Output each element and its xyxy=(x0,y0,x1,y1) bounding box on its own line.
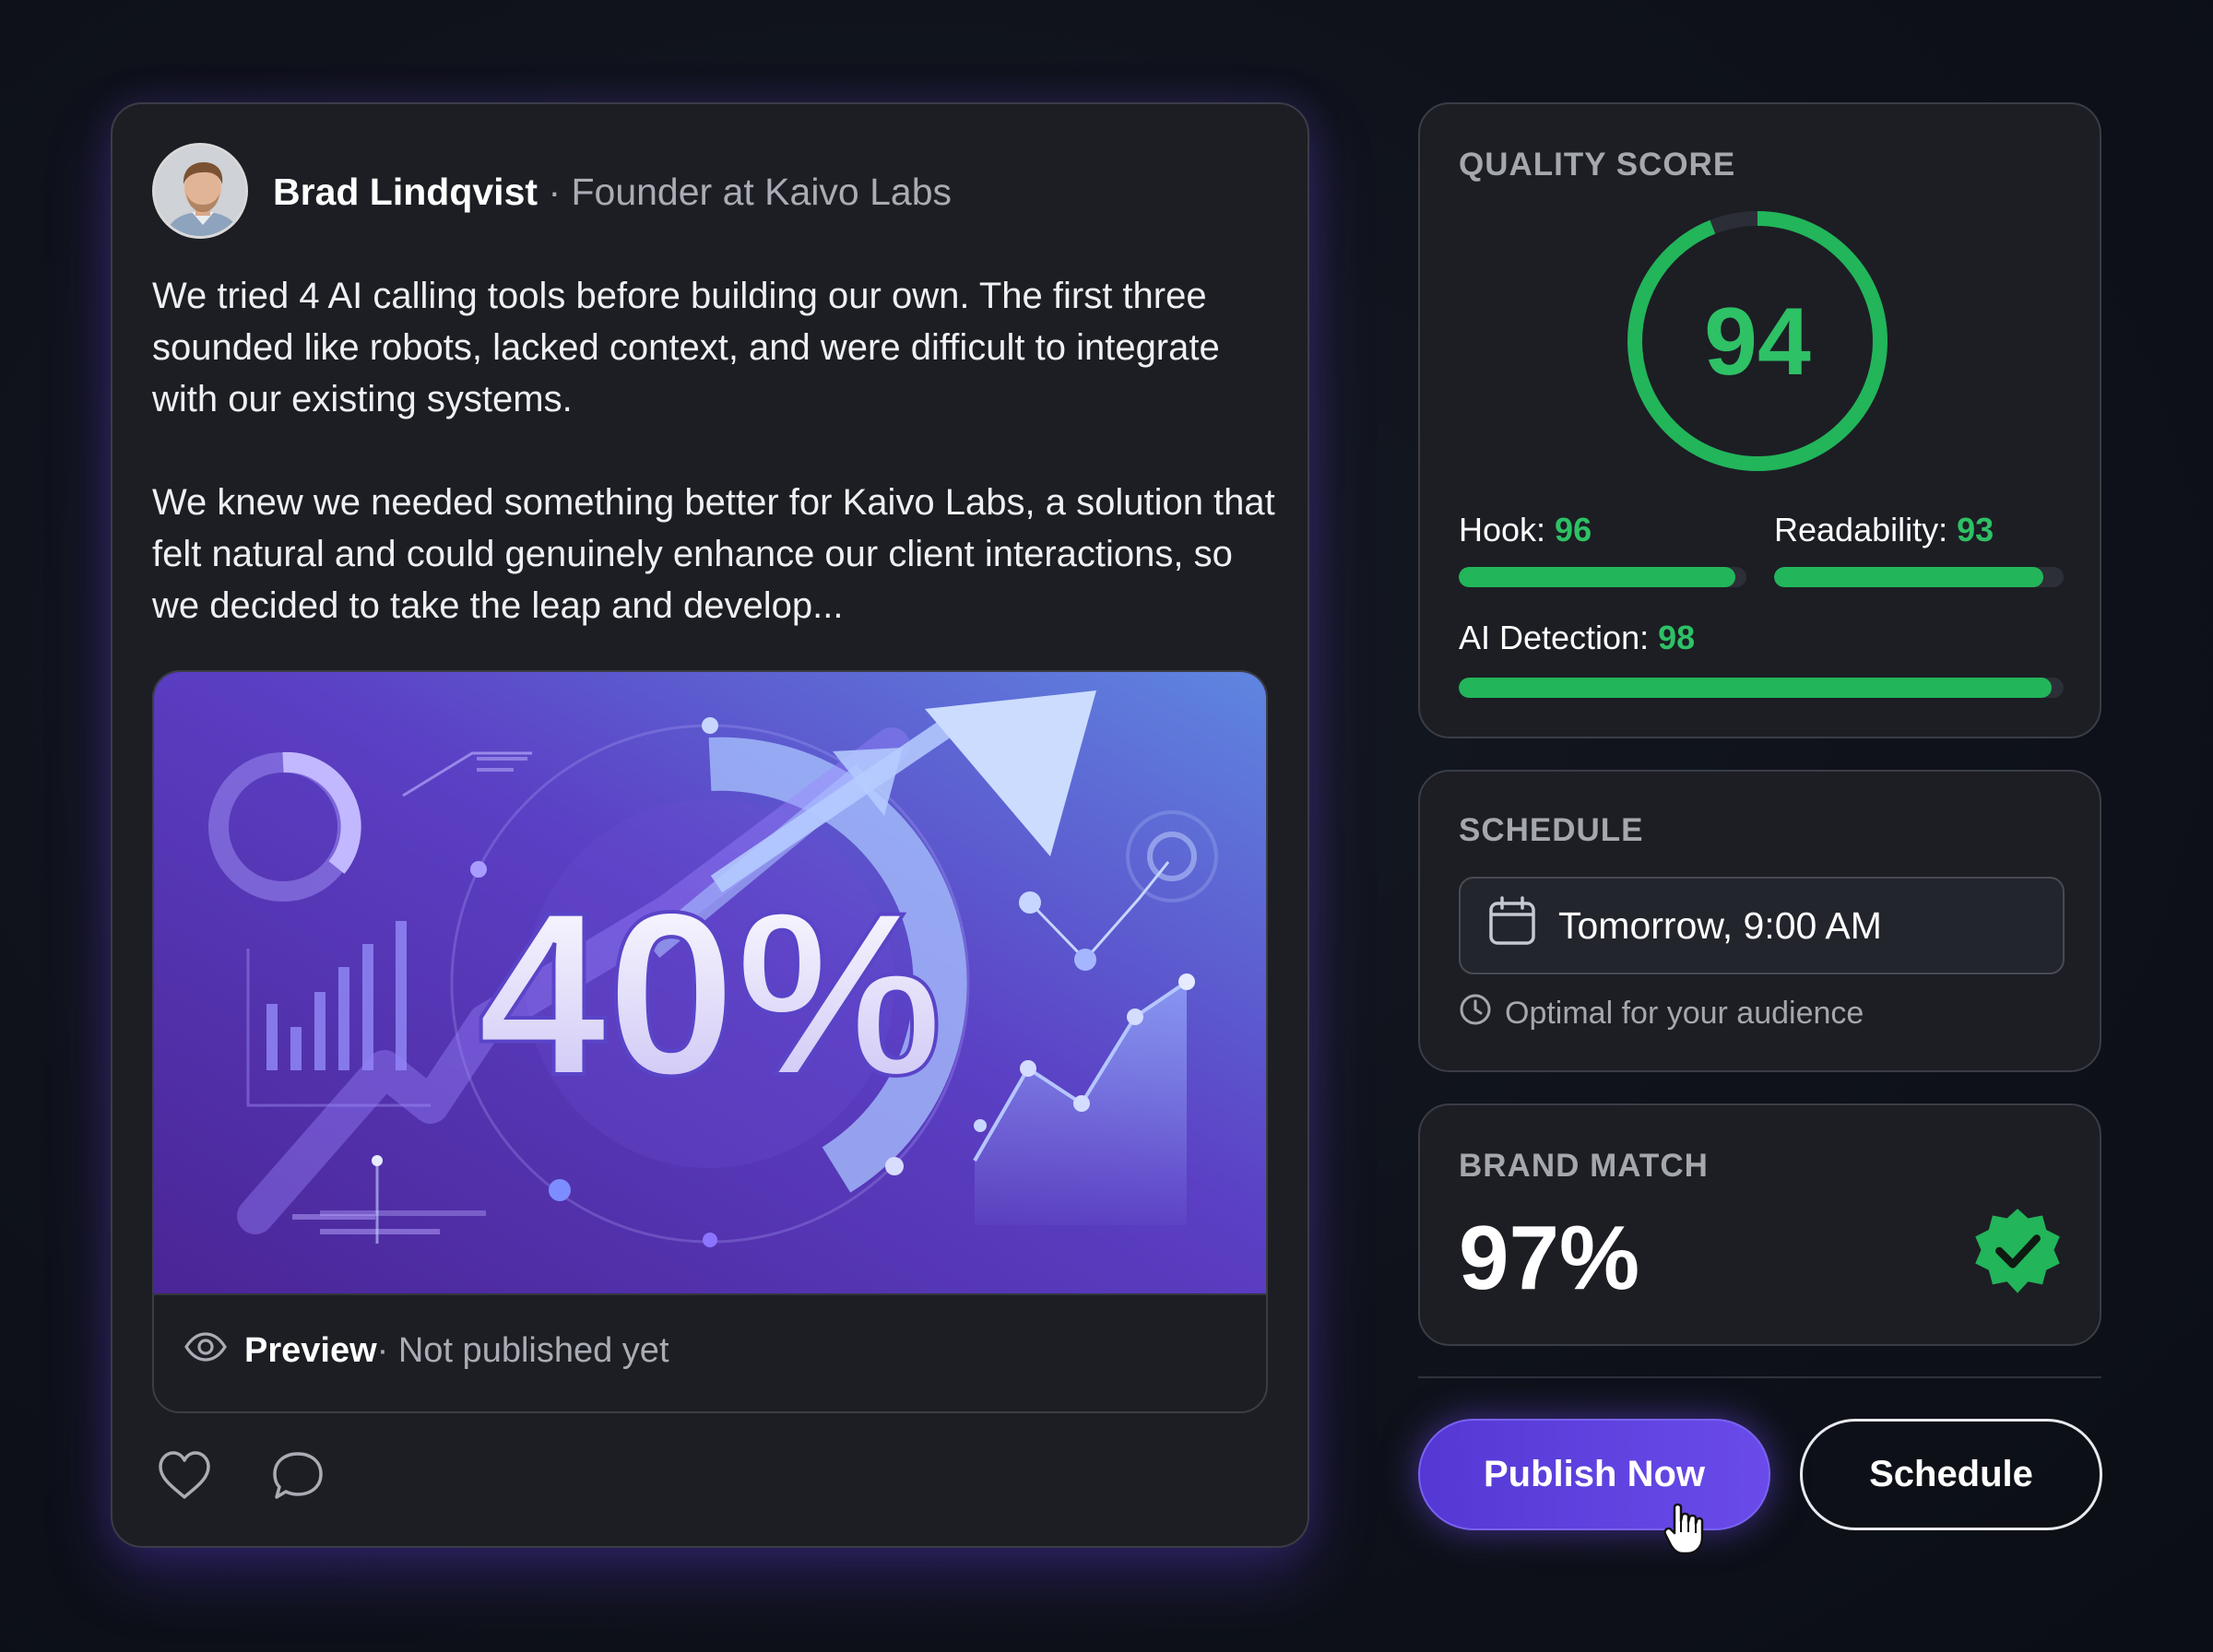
hook-bar-fill xyxy=(1459,567,1735,587)
schedule-hint-text: Optimal for your audience xyxy=(1505,996,1864,1031)
readability-bar xyxy=(1774,567,2064,587)
publish-now-button[interactable]: Publish Now xyxy=(1418,1419,1770,1530)
brand-match-card: BRAND MATCH 97% xyxy=(1418,1103,2101,1346)
preview-status: · Not published yet xyxy=(376,1330,669,1370)
avatar[interactable] xyxy=(152,143,248,239)
post-media: 40% Preview · Not published yet xyxy=(152,670,1268,1413)
hook-metric: Hook: 96 xyxy=(1459,511,1592,549)
clock-icon xyxy=(1459,993,1492,1034)
calendar-icon xyxy=(1488,896,1536,955)
preview-bar: Preview · Not published yet xyxy=(183,1323,669,1378)
author-line: Brad Lindqvist · Founder at Kaivo Labs xyxy=(273,169,952,215)
heart-icon[interactable] xyxy=(157,1450,212,1506)
ai-detection-bar xyxy=(1459,678,2064,698)
readability-label: Readability: xyxy=(1774,511,1958,549)
score-ring: 94 xyxy=(1627,211,1888,471)
post-card: Brad Lindqvist · Founder at Kaivo Labs W… xyxy=(111,102,1309,1548)
post-body: We tried 4 AI calling tools before build… xyxy=(152,270,1286,683)
ai-detection-value: 98 xyxy=(1658,619,1696,656)
readability-bar-fill xyxy=(1774,567,2044,587)
post-paragraph: We knew we needed something better for K… xyxy=(152,482,1275,626)
hook-value: 96 xyxy=(1555,511,1592,549)
comment-icon[interactable] xyxy=(271,1450,325,1506)
post-actions xyxy=(157,1450,325,1506)
author-role: · Founder at Kaivo Labs xyxy=(548,171,953,213)
schedule-datetime: Tomorrow, 9:00 AM xyxy=(1558,903,1882,947)
quality-score-card: QUALITY SCORE 94 Hook: 96 Readability: 9… xyxy=(1418,102,2101,738)
readability-metric: Readability: 93 xyxy=(1774,511,1994,549)
hook-bar xyxy=(1459,567,1746,587)
brand-match-value: 97% xyxy=(1459,1207,1640,1308)
ai-detection-bar-fill xyxy=(1459,678,2052,698)
post-image-stat: 40% xyxy=(478,865,942,1124)
media-divider xyxy=(154,1293,1266,1295)
hook-label: Hook: xyxy=(1459,511,1556,549)
schedule-hint: Optimal for your audience xyxy=(1459,993,1864,1034)
quality-score-title: QUALITY SCORE xyxy=(1459,147,1736,183)
hand-cursor-icon xyxy=(1663,1503,1704,1555)
post-image: 40% xyxy=(154,672,1266,1293)
schedule-card: SCHEDULE Tomorrow, 9:00 AM Optimal for y… xyxy=(1418,770,2101,1072)
actions-divider xyxy=(1418,1376,2101,1378)
brand-match-title: BRAND MATCH xyxy=(1459,1148,1709,1184)
readability-value: 93 xyxy=(1957,511,1994,549)
schedule-datetime-field[interactable]: Tomorrow, 9:00 AM xyxy=(1459,877,2065,974)
verified-badge-icon xyxy=(1975,1209,2060,1293)
schedule-title: SCHEDULE xyxy=(1459,812,1644,848)
ai-detection-metric: AI Detection: 98 xyxy=(1459,619,1695,657)
ai-detection-label: AI Detection: xyxy=(1459,619,1659,656)
author-name[interactable]: Brad Lindqvist xyxy=(273,171,538,213)
schedule-button[interactable]: Schedule xyxy=(1800,1419,2102,1530)
quality-score-value: 94 xyxy=(1704,289,1811,395)
post-paragraph: We tried 4 AI calling tools before build… xyxy=(152,276,1220,419)
preview-label: Preview xyxy=(244,1330,377,1370)
eye-icon xyxy=(183,1331,228,1371)
